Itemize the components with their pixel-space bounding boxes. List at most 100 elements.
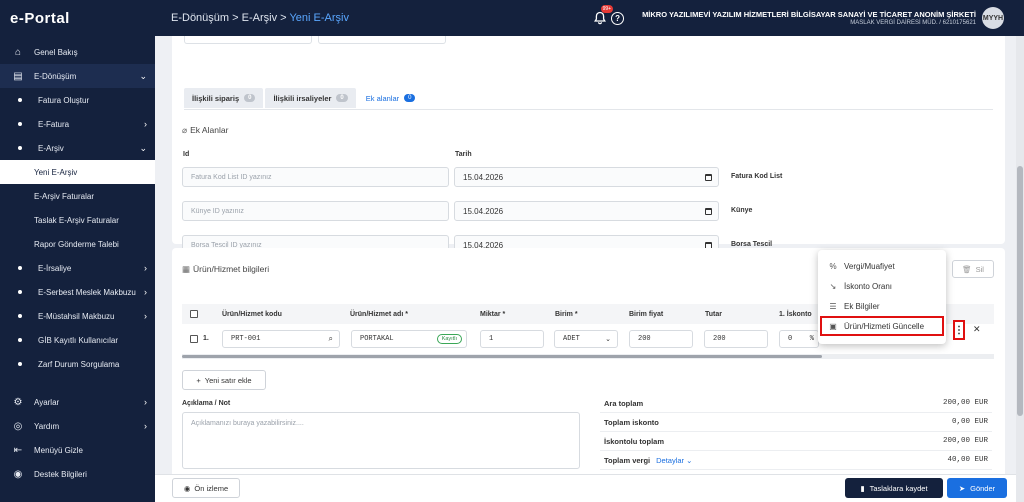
sidebar-item-e-mustahsil[interactable]: E-Müstahsil Makbuzu › [0, 304, 155, 328]
sidebar-item-e-fatura[interactable]: E-Fatura › [0, 112, 155, 136]
partial-field[interactable] [184, 36, 312, 44]
avatar[interactable]: MYYH [982, 7, 1004, 29]
menu-item-label: Ürün/Hizmeti Güncelle [844, 321, 925, 331]
sidebar-item-fatura-olustur[interactable]: Fatura Oluştur [0, 88, 155, 112]
tab-count: 0 [244, 94, 256, 102]
urun-hizmet-title: ▦ Ürün/Hizmet bilgileri [182, 264, 269, 275]
page-scrollbar[interactable] [1016, 36, 1024, 502]
discount-input[interactable]: 0 % [779, 330, 819, 348]
sidebar-item-yardim[interactable]: ◎ Yardım › [0, 414, 155, 438]
save-draft-button[interactable]: ▮ Taslaklara kaydet [845, 478, 943, 498]
product-name-input[interactable]: PORTAKAL Kayıtlı [351, 330, 467, 348]
sidebar-item-rapor-gonderme[interactable]: Rapor Gönderme Talebi [0, 232, 155, 256]
send-button[interactable]: ➤ Gönder [947, 478, 1007, 498]
details-link[interactable]: Detaylar ⌄ [656, 456, 692, 465]
tab-label: İlişkili irsaliyeler [273, 93, 332, 103]
unit-price-input[interactable]: 200 [629, 330, 693, 348]
chevron-down-icon: ⌄ [139, 70, 147, 81]
note-textarea[interactable]: Açıklamanızı buraya yazabilirsiniz.... [182, 412, 580, 469]
col-birim: Birim * [555, 310, 578, 318]
quantity-input[interactable]: 1 [480, 330, 544, 348]
product-code-input[interactable]: PRT-001 ⌕ [222, 330, 340, 348]
total-row-toplam-iskonto: Toplam iskonto 0,00 EUR [600, 413, 992, 432]
partial-field[interactable] [318, 36, 446, 44]
menu-item-vergi-muafiyet[interactable]: % Vergi/Muafiyet [818, 256, 946, 276]
table-horizontal-scrollbar[interactable] [182, 354, 994, 359]
search-icon[interactable]: ⌕ [329, 334, 333, 344]
sidebar-item-menuyu-gizle[interactable]: ⇤ Menüyü Gizle [0, 438, 155, 462]
sidebar-item-ayarlar[interactable]: ⚙ Ayarlar › [0, 390, 155, 414]
unit-price-value: 200 [638, 335, 651, 343]
sidebar-item-label: Menüyü Gizle [34, 445, 83, 455]
remove-row-close-icon[interactable]: ✕ [973, 324, 981, 335]
borsa-tescil-label: Borsa Tescil [731, 241, 773, 248]
product-name-value: PORTAKAL [360, 335, 394, 343]
breadcrumb-item[interactable]: E-Dönüşüm [171, 12, 229, 24]
sidebar-item-taslak-e-arsiv[interactable]: Taslak E-Arşiv Faturalar [0, 208, 155, 232]
menu-item-ek-bilgiler[interactable]: ☰ Ek Bilgiler [818, 296, 946, 316]
sidebar-item-zarf-durum[interactable]: Zarf Durum Sorgulama [0, 352, 155, 376]
box-icon: ▦ [182, 264, 191, 274]
percent-icon: % [809, 335, 814, 343]
chevron-right-icon: › [144, 311, 147, 321]
app-logo[interactable]: e-Portal [0, 0, 155, 36]
note-label: Açıklama / Not [182, 400, 231, 407]
sidebar-item-label: E-Fatura [38, 119, 70, 129]
breadcrumb-item[interactable]: E-Arşiv [242, 12, 277, 24]
tab-divider [184, 109, 993, 110]
sidebar-item-e-arsiv[interactable]: E-Arşiv ⌄ [0, 136, 155, 160]
trend-down-icon: ↘ [829, 281, 837, 291]
col-label-tarih: Tarih [455, 151, 472, 158]
breadcrumb-separator: > [280, 12, 287, 24]
sidebar-item-e-donusum[interactable]: ▤ E-Dönüşüm ⌄ [0, 64, 155, 88]
delete-button[interactable]: 🗑 Sil [952, 260, 994, 278]
fatura-kod-list-date-input[interactable]: 15.04.2026 [454, 167, 719, 187]
row-actions-kebab-icon[interactable]: ⋮ [953, 320, 965, 340]
sidebar-item-yeni-e-arsiv[interactable]: Yeni E-Arşiv [0, 160, 155, 184]
preview-button[interactable]: ◉ Ön izleme [172, 478, 240, 498]
calendar-icon[interactable] [705, 173, 712, 181]
chevron-down-icon: ⌄ [139, 142, 147, 153]
chevron-right-icon: › [144, 287, 147, 297]
select-all-checkbox[interactable] [190, 310, 198, 318]
col-tutar: Tutar [705, 310, 722, 318]
menu-item-urun-hizmeti-guncelle[interactable]: ▣ Ürün/Hizmeti Güncelle [820, 316, 944, 336]
plus-icon: + [196, 375, 201, 385]
kunye-id-input[interactable]: Künye ID yazınız [182, 201, 449, 221]
sidebar-item-destek[interactable]: ◉ Destek Bilgileri [0, 462, 155, 486]
tab-iliskili-siparis[interactable]: İlişkili sipariş 0 [184, 88, 264, 108]
sidebar-item-e-arsiv-faturalar[interactable]: E-Arşiv Faturalar [0, 184, 155, 208]
notification-bell-icon[interactable]: 99+ [593, 5, 614, 25]
fatura-kod-list-label: Fatura Kod List [731, 173, 783, 180]
company-info: MİKRO YAZILIMEVİ YAZILIM HİZMETLERİ BİLG… [642, 10, 976, 26]
total-value: 40,00 EUR [947, 456, 988, 464]
sidebar-item-e-irsaliye[interactable]: E-İrsaliye › [0, 256, 155, 280]
sidebar-item-gib-kayitli[interactable]: GİB Kayıtlı Kullanıcılar [0, 328, 155, 352]
tab-iliskili-irsaliyeler[interactable]: İlişkili irsaliyeler 0 [265, 88, 356, 108]
menu-item-label: İskonto Oranı [844, 281, 893, 291]
calendar-icon[interactable] [705, 207, 712, 215]
sidebar-item-label: Taslak E-Arşiv Faturalar [34, 215, 119, 225]
section-title-text: Ürün/Hizmet bilgileri [193, 264, 270, 274]
date-value: 15.04.2026 [463, 172, 504, 182]
trash-icon: 🗑 [962, 264, 972, 274]
sidebar-item-e-serbest-meslek[interactable]: E-Serbest Meslek Makbuzu › [0, 280, 155, 304]
add-row-button[interactable]: + Yeni satır ekle [182, 370, 266, 390]
unit-select[interactable]: ADET ⌄ [554, 330, 618, 348]
total-label: İskontolu toplam [604, 436, 664, 446]
help-icon[interactable]: ? [611, 11, 625, 25]
kunye-date-input[interactable]: 15.04.2026 [454, 201, 719, 221]
ek-alanlar-title: ⌀ Ek Alanlar [182, 125, 228, 136]
sidebar-item-label: Ayarlar [34, 397, 60, 407]
breadcrumb: E-Dönüşüm > E-Arşiv > Yeni E-Arşiv [155, 12, 349, 24]
sidebar-item-label: GİB Kayıtlı Kullanıcılar [38, 335, 119, 345]
total-input[interactable]: 200 [704, 330, 768, 348]
fatura-kod-list-id-input[interactable]: Fatura Kod List ID yazınız [182, 167, 449, 187]
menu-item-iskonto-orani[interactable]: ↘ İskonto Oranı [818, 276, 946, 296]
col-birim-fiyat: Birim fiyat [629, 310, 664, 318]
sidebar-item-label: Rapor Gönderme Talebi [34, 239, 119, 249]
row-checkbox[interactable] [190, 335, 198, 343]
total-row-ara-toplam: Ara toplam 200,00 EUR [600, 394, 992, 413]
tab-ek-alanlar[interactable]: Ek alanlar 0 [357, 88, 424, 108]
sidebar-item-genel-bakis[interactable]: ⌂ Genel Bakış [0, 40, 155, 64]
